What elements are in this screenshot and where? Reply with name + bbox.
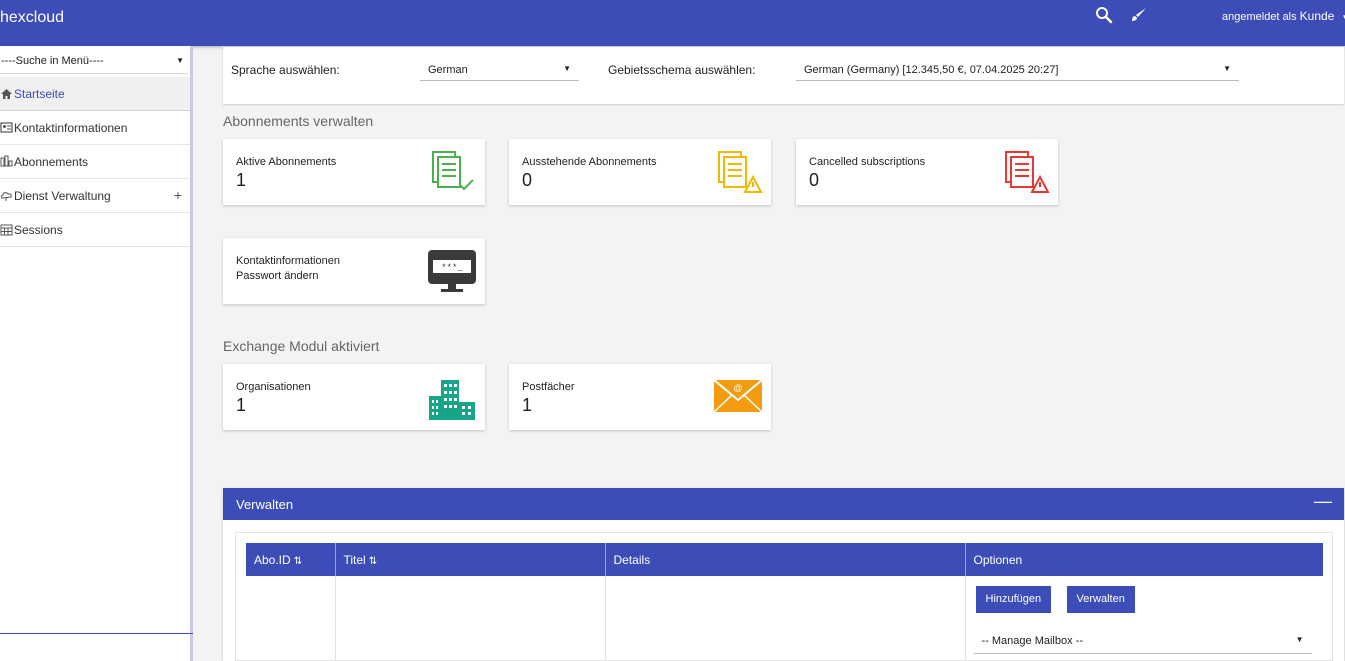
chevron-down-icon: ▼ [176,56,184,65]
table-row: Hinzufügen Verwalten -- Manage Mailbox -… [246,576,1323,661]
column-header-abo-id[interactable]: Abo.ID ⇅ [246,543,336,576]
sidebar-item-label: Dienst Verwaltung [14,188,111,203]
search-icon[interactable] [1095,6,1115,26]
sidebar-item-abonnements[interactable]: Abonnements [0,145,190,179]
card-sublabel: Passwort ändern [236,270,319,282]
home-icon [0,87,13,100]
organizations-card[interactable]: Organisationen 1 [223,364,485,430]
manage-panel: Verwalten — Abo.ID ⇅ Titel ⇅ Details Optio… [223,488,1344,661]
manage-button[interactable]: Verwalten [1066,586,1135,613]
card-label: Cancelled subscriptions [809,156,926,168]
manage-table-container: Abo.ID ⇅ Titel ⇅ Details Optionen Hinzuf… [235,532,1333,661]
card-label: Postfächer [522,381,575,393]
sidebar-item-startseite[interactable]: Startseite [0,77,190,111]
menu-search-select[interactable]: ----Suche in Menü---- ▼ [0,50,188,74]
sidebar-item-dienst-verwaltung[interactable]: Dienst Verwaltung + [0,179,190,213]
language-select[interactable]: German ▼ [420,59,579,81]
card-value: 0 [522,170,533,190]
chevron-down-icon: ▼ [1341,13,1345,22]
menu-search-label: ----Suche in Menü---- [1,55,104,67]
exchange-section-title: Exchange Modul aktiviert [223,338,380,354]
manage-mailbox-select[interactable]: -- Manage Mailbox -- ▼ [973,630,1312,654]
sidebar-nav: Startseite Kontaktinformationen Abonneme… [0,77,190,247]
pending-subscriptions-card[interactable]: Ausstehende Abonnements 0 [509,139,771,205]
chevron-down-icon: ▼ [1223,64,1231,73]
chevron-down-icon: ▼ [1295,635,1304,644]
expand-icon[interactable]: + [174,187,182,203]
sidebar-item-kontaktinformationen[interactable]: Kontaktinformationen [0,111,190,145]
mailboxes-card[interactable]: Postfächer 1 @ [509,364,771,430]
cell-abo-id [246,576,336,661]
sidebar-item-label: Startseite [14,86,65,101]
manage-table: Abo.ID ⇅ Titel ⇅ Details Optionen Hinzuf… [246,543,1323,661]
sidebar-divider [0,633,193,634]
chevron-down-icon: ▼ [563,64,571,73]
sidebar-item-sessions[interactable]: Sessions [0,213,190,247]
brand-name[interactable]: hexcloud [0,9,64,27]
buildings-icon [429,380,475,420]
calendar-icon [0,223,13,236]
manage-panel-title: Verwalten [236,497,294,512]
region-select[interactable]: German (Germany) [12.345,50 €, 07.04.202… [796,59,1239,81]
subscriptions-section-title: Abonnements verwalten [223,113,374,129]
document-check-icon [432,151,474,191]
cell-optionen: Hinzufügen Verwalten -- Manage Mailbox -… [965,576,1323,661]
subscriptions-icon [0,155,13,168]
cell-titel [335,576,606,661]
document-alert-icon [1005,151,1050,193]
sidebar-item-label: Abonnements [14,154,89,169]
active-subscriptions-card[interactable]: Aktive Abonnements 1 [223,139,485,205]
column-header-details: Details [605,543,966,576]
cloud-service-icon [0,189,13,202]
card-label: Aktive Abonnements [236,156,337,168]
sort-icon[interactable]: ⇅ [294,556,302,567]
user-name: Kunde [1299,9,1335,23]
collapse-icon[interactable]: — [1314,491,1332,512]
user-prefix: angemeldet als [1222,11,1297,23]
column-header-titel[interactable]: Titel ⇅ [335,543,606,576]
card-label: Organisationen [236,381,311,393]
document-warning-icon [718,151,763,193]
sidebar-item-label: Sessions [14,222,63,237]
brush-icon[interactable] [1130,6,1150,26]
region-value: German (Germany) [12.345,50 €, 07.04.202… [804,64,1059,76]
card-value: 1 [522,395,533,415]
password-mask-text: ***_ [441,263,463,273]
envelope-icon: @ [713,379,763,413]
card-label: Kontaktinformationen [236,255,340,267]
manage-panel-header: Verwalten — [223,488,1344,520]
password-monitor-icon: ***_ [428,250,476,292]
card-label: Ausstehende Abonnements [522,156,657,168]
locale-panel: Sprache auswählen: German ▼ Gebietsschem… [223,47,1344,104]
user-menu[interactable]: angemeldet als Kunde ▼ [1222,9,1345,23]
sort-icon[interactable]: ⇅ [369,556,377,567]
language-label: Sprache auswählen: [231,63,340,77]
card-value: 0 [809,170,820,190]
add-button[interactable]: Hinzufügen [975,586,1052,613]
contact-password-card[interactable]: Kontaktinformationen Passwort ändern ***… [223,238,485,304]
column-header-optionen: Optionen [965,543,1323,576]
top-bar: hexcloud angemeldet als Kunde ▼ [0,0,1345,46]
cancelled-subscriptions-card[interactable]: Cancelled subscriptions 0 [796,139,1058,205]
language-value: German [428,64,468,76]
sidebar: ----Suche in Menü---- ▼ Startseite Konta… [0,46,193,661]
cell-details [605,576,966,661]
region-label: Gebietsschema auswählen: [608,63,756,77]
sidebar-item-label: Kontaktinformationen [14,120,128,135]
card-value: 1 [236,395,247,415]
svg-text:@: @ [733,383,742,393]
contact-card-icon [0,121,13,134]
mailbox-select-value: -- Manage Mailbox -- [981,635,1083,647]
card-value: 1 [236,170,247,190]
